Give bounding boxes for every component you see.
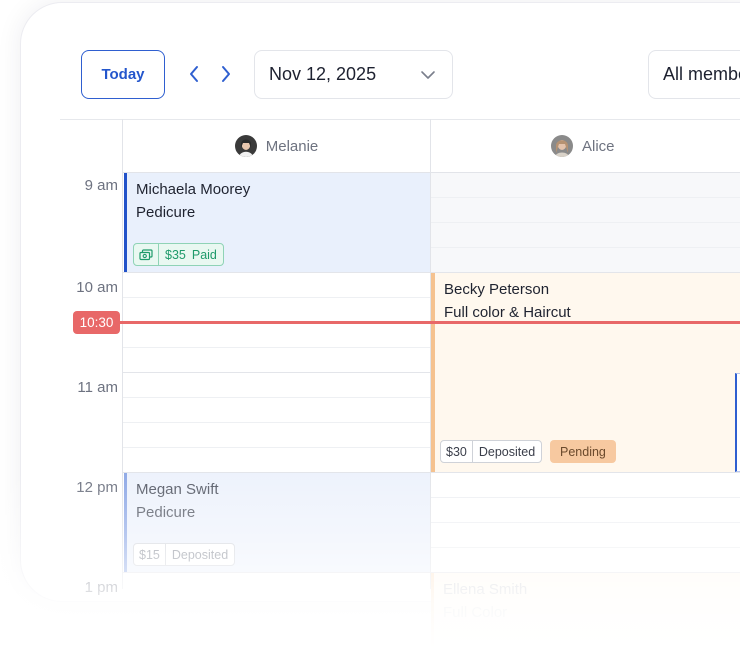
payment-amount: $30 xyxy=(441,441,473,462)
slot-line xyxy=(123,447,430,448)
payment-status: Deposited xyxy=(171,547,229,562)
payment-badge: $15 Deposited xyxy=(133,543,236,566)
appointment-client: Michaela Moorey xyxy=(136,181,251,198)
slot-line xyxy=(431,197,740,198)
column-header-name: Melanie xyxy=(265,137,319,155)
payment-status: Paid xyxy=(191,247,217,262)
column-header-melanie[interactable]: Melanie xyxy=(123,120,430,172)
appointment-card[interactable]: Becky Peterson Full color & Haircut $30 … xyxy=(431,273,740,472)
payment-amount: $35 xyxy=(165,247,186,262)
payment-status: Deposited xyxy=(478,444,536,459)
payment-amount: $15 xyxy=(134,544,166,565)
appointment-service: Pedicure xyxy=(136,504,196,521)
appointment-service: Full color & Haircut xyxy=(444,304,571,321)
slot-line xyxy=(431,222,740,223)
time-label: 11 am xyxy=(77,379,118,396)
chevron-down-icon xyxy=(421,71,435,79)
calendar-page: Today Nov 12, 2025 All members xyxy=(0,0,740,648)
current-time-badge: 10:30 xyxy=(73,311,120,334)
current-time-line xyxy=(120,321,740,324)
appointment-card[interactable]: Michaela Moorey Pedicure $35 Paid xyxy=(124,173,430,272)
chevron-left-icon xyxy=(190,66,198,82)
payment-badge: $35 Paid xyxy=(133,243,224,266)
hour-line xyxy=(123,372,430,373)
member-filter-value: All members xyxy=(663,64,740,84)
slot-line xyxy=(123,422,430,423)
cash-icon xyxy=(134,244,159,265)
column-header-alice[interactable]: Alice xyxy=(431,120,740,172)
date-picker[interactable]: Nov 12, 2025 xyxy=(254,50,453,99)
next-day-button[interactable] xyxy=(214,62,238,86)
slot-line xyxy=(431,522,740,523)
payment-badge: $30 Deposited xyxy=(440,440,543,463)
appointment-service: Full Color xyxy=(443,604,508,621)
slot-line xyxy=(123,347,430,348)
avatar xyxy=(234,135,257,157)
appointment-client: Ellena Smith xyxy=(443,581,528,598)
appointment-client: Megan Swift xyxy=(136,481,219,498)
member-filter-select[interactable]: All members xyxy=(648,50,740,99)
time-label: 10 am xyxy=(76,279,118,296)
appointment-card[interactable]: Ellena Smith Full Color xyxy=(431,573,740,648)
slot-line xyxy=(123,397,430,398)
status-badge: Pending xyxy=(550,440,616,463)
slot-line xyxy=(431,547,740,548)
time-label: 9 am xyxy=(84,177,118,194)
appointment-client: Becky Peterson xyxy=(444,281,550,298)
time-label: 1 pm xyxy=(84,579,118,596)
appointment-card-edge[interactable] xyxy=(735,373,740,472)
slot-line xyxy=(123,297,430,298)
avatar xyxy=(551,135,573,157)
previous-day-button[interactable] xyxy=(182,62,206,86)
date-picker-value: Nov 12, 2025 xyxy=(269,64,377,84)
column-header-name: Alice xyxy=(582,137,615,155)
chevron-right-icon xyxy=(222,66,230,82)
time-column-divider xyxy=(122,119,123,589)
appointment-service: Pedicure xyxy=(136,204,196,221)
slot-line xyxy=(431,247,740,248)
today-button[interactable]: Today xyxy=(81,50,165,99)
slot-line xyxy=(431,497,740,498)
time-label: 12 pm xyxy=(76,479,118,496)
appointment-card[interactable]: Megan Swift Pedicure $15 Deposited xyxy=(124,473,430,572)
